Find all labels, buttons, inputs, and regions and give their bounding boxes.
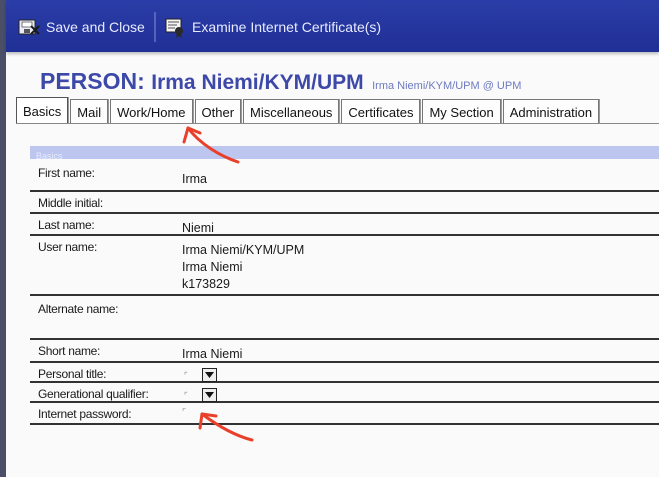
internet-password-field[interactable]: ⌜ — [182, 407, 186, 418]
person-name: Irma Niemi/KYM/UPM — [151, 71, 364, 94]
last-name-label: Last name: — [38, 218, 95, 232]
user-name-line: Irma Niemi/KYM/UPM — [182, 243, 305, 257]
tab-certificates[interactable]: Certificates — [341, 99, 421, 124]
last-name-field[interactable]: Niemi — [182, 220, 214, 237]
examine-certificate-label: Examine Internet Certificate(s) — [192, 19, 382, 35]
personal-title-dropdown[interactable]: ⌜ — [184, 368, 224, 382]
alternate-name-row: Alternate name: — [30, 296, 659, 340]
internet-password-label: Internet password: — [38, 407, 132, 421]
user-name-line: Irma Niemi — [182, 260, 243, 274]
personal-title-row: Personal title: ⌜ — [30, 363, 659, 383]
user-name-row: User name: Irma Niemi/KYM/UPM Irma Niemi… — [30, 236, 659, 296]
user-name-label: User name: — [38, 240, 98, 254]
tab-miscellaneous[interactable]: Miscellaneous — [243, 99, 340, 124]
tab-bar: Basics Mail Work/Home Other Miscellaneou… — [16, 97, 601, 124]
field-marker: ⌜ — [184, 390, 188, 400]
save-and-close-button[interactable]: Save and Close — [18, 13, 145, 41]
alternate-name-label: Alternate name: — [38, 302, 119, 316]
first-name-label: First name: — [38, 166, 95, 180]
document-type-label: PERSON: — [40, 68, 145, 94]
tab-basics[interactable]: Basics — [16, 97, 69, 124]
generational-qualifier-row: Generational qualifier: ⌜ — [30, 383, 659, 403]
generational-qualifier-label: Generational qualifier: — [38, 387, 149, 401]
annotation-arrow-password — [198, 412, 254, 442]
tab-my-section[interactable]: My Section — [422, 99, 501, 124]
short-name-row: Short name: Irma Niemi — [30, 340, 659, 363]
first-name-field[interactable]: Irma — [182, 171, 207, 188]
internet-password-row: Internet password: ⌜ — [30, 403, 659, 425]
tab-underline — [16, 123, 659, 124]
personal-title-label: Personal title: — [38, 367, 107, 381]
person-subtitle: Irma Niemi/KYM/UPM @ UPM — [372, 80, 522, 92]
chevron-down-icon[interactable] — [201, 368, 217, 382]
person-document-window: Save and Close Examine Internet Certific… — [0, 0, 659, 477]
generational-qualifier-dropdown[interactable]: ⌜ — [184, 388, 224, 402]
short-name-field[interactable]: Irma Niemi — [182, 346, 242, 363]
save-close-icon — [18, 19, 40, 35]
tab-mail[interactable]: Mail — [70, 99, 109, 124]
person-form: First name: Irma Middle initial: Last na… — [30, 162, 659, 425]
tab-administration[interactable]: Administration — [502, 99, 600, 124]
last-name-row: Last name: Niemi — [30, 214, 659, 236]
chevron-down-icon[interactable] — [201, 388, 217, 402]
middle-initial-row: Middle initial: — [30, 192, 659, 214]
user-name-field[interactable]: Irma Niemi/KYM/UPM Irma Niemi k173829 — [182, 242, 304, 293]
certificate-icon — [165, 18, 183, 38]
first-name-row: First name: Irma — [30, 162, 659, 192]
annotation-arrow-work-home — [182, 126, 240, 164]
page-title: PERSON: Irma Niemi/KYM/UPM Irma Niemi/KY… — [40, 68, 521, 95]
save-and-close-label: Save and Close — [46, 19, 145, 35]
field-marker: ⌜ — [184, 370, 188, 380]
section-header: Basics — [30, 146, 659, 161]
middle-initial-label: Middle initial: — [38, 196, 103, 210]
toolbar-separator — [154, 12, 156, 42]
short-name-label: Short name: — [38, 344, 101, 358]
action-toolbar: Save and Close Examine Internet Certific… — [6, 0, 659, 52]
section-title: Basics — [36, 151, 63, 161]
examine-certificate-button[interactable]: Examine Internet Certificate(s) — [164, 13, 381, 41]
user-name-line: k173829 — [182, 277, 230, 291]
